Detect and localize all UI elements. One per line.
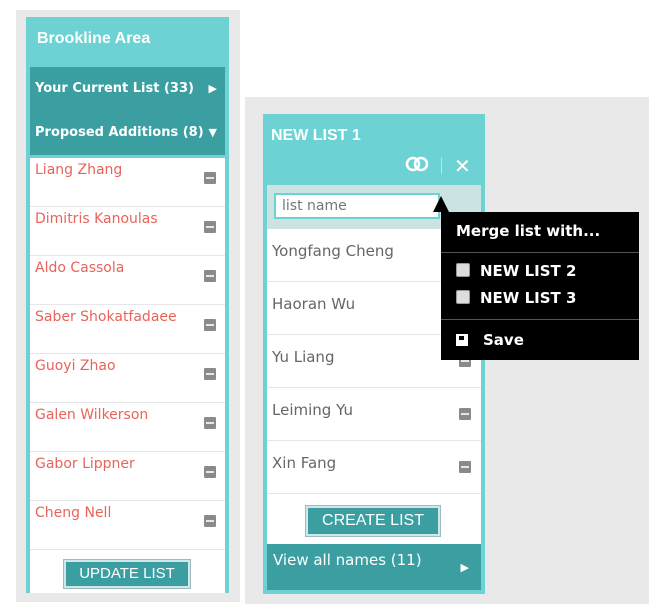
person-name: Xin Fang: [272, 454, 337, 472]
remove-icon[interactable]: [204, 319, 216, 331]
proposed-additions-tab[interactable]: Proposed Additions (8) ▼: [30, 111, 225, 155]
caret-right-icon: ▶: [208, 82, 217, 95]
close-icon[interactable]: ✕: [454, 154, 471, 178]
remove-icon[interactable]: [204, 172, 216, 184]
checkbox[interactable]: [456, 263, 470, 277]
remove-icon[interactable]: [204, 417, 216, 429]
person-name-link[interactable]: Gabor Lippner: [35, 456, 135, 472]
dropdown-caret: [433, 196, 449, 212]
create-list-button[interactable]: CREATE LIST: [306, 506, 440, 536]
remove-icon[interactable]: [204, 270, 216, 282]
brookline-list-panel: Brookline Area Your Current List (33) ▶ …: [26, 17, 229, 593]
person-name-link[interactable]: Cheng Nell: [35, 505, 111, 521]
dropdown-heading: Merge list with...: [456, 222, 601, 240]
remove-icon[interactable]: [459, 408, 471, 420]
divider: [441, 252, 639, 253]
person-name-link[interactable]: Dimitris Kanoulas: [35, 211, 158, 227]
remove-icon[interactable]: [204, 466, 216, 478]
list-item[interactable]: Cheng Nell: [30, 501, 225, 550]
list-item[interactable]: Liang Zhang: [30, 158, 225, 207]
list-item[interactable]: Galen Wilkerson: [30, 403, 225, 452]
panel-title: NEW LIST 1: [271, 127, 361, 144]
proposed-names-list: Liang Zhang Dimitris Kanoulas Aldo Casso…: [30, 158, 225, 550]
list-item[interactable]: Guoyi Zhao: [30, 354, 225, 403]
person-name: Yu Liang: [272, 348, 335, 366]
remove-icon[interactable]: [204, 515, 216, 527]
current-list-label: Your Current List (33): [35, 81, 194, 96]
list-item[interactable]: Saber Shokatfadaee: [30, 305, 225, 354]
current-list-tab[interactable]: Your Current List (33) ▶: [30, 67, 225, 111]
update-footer: UPDATE LIST: [30, 550, 225, 593]
save-icon: [456, 334, 468, 346]
remove-icon[interactable]: [459, 461, 471, 473]
checkbox[interactable]: [456, 290, 470, 304]
option-label: NEW LIST 3: [480, 289, 577, 307]
person-name: Leiming Yu: [272, 401, 354, 419]
person-name-link[interactable]: Saber Shokatfadaee: [35, 309, 177, 325]
toolbar-divider: [441, 158, 442, 174]
view-all-names-link[interactable]: View all names (11) ▶: [267, 544, 481, 590]
create-footer: CREATE LIST: [267, 494, 481, 544]
divider: [441, 319, 639, 320]
merge-option-new-list-2[interactable]: NEW LIST 2: [456, 262, 576, 280]
person-name-link[interactable]: Guoyi Zhao: [35, 358, 116, 374]
person-name: Yongfang Cheng: [272, 242, 394, 260]
save-menu-item[interactable]: Save: [456, 331, 524, 349]
list-item[interactable]: Dimitris Kanoulas: [30, 207, 225, 256]
update-list-button[interactable]: UPDATE LIST: [64, 560, 190, 588]
remove-icon[interactable]: [204, 368, 216, 380]
list-item[interactable]: Xin Fang: [267, 441, 481, 494]
merge-option-new-list-3[interactable]: NEW LIST 3: [456, 289, 576, 307]
caret-right-icon: ▶: [460, 561, 469, 574]
save-label: Save: [483, 331, 524, 349]
option-label: NEW LIST 2: [480, 262, 577, 280]
person-name-link[interactable]: Aldo Cassola: [35, 260, 124, 276]
proposed-additions-label: Proposed Additions (8): [35, 125, 204, 140]
merge-icon[interactable]: [405, 156, 431, 176]
person-name-link[interactable]: Galen Wilkerson: [35, 407, 148, 423]
list-item[interactable]: Gabor Lippner: [30, 452, 225, 501]
merge-dropdown: Merge list with... NEW LIST 2 NEW LIST 3…: [441, 212, 639, 360]
person-name: Haoran Wu: [272, 295, 356, 313]
remove-icon[interactable]: [204, 221, 216, 233]
list-item[interactable]: Leiming Yu: [267, 388, 481, 441]
caret-down-icon: ▼: [208, 126, 217, 139]
list-name-input[interactable]: [274, 193, 440, 219]
view-all-label: View all names (11): [273, 551, 422, 569]
list-item[interactable]: Aldo Cassola: [30, 256, 225, 305]
person-name-link[interactable]: Liang Zhang: [35, 162, 122, 178]
panel-title: Brookline Area: [37, 30, 151, 47]
